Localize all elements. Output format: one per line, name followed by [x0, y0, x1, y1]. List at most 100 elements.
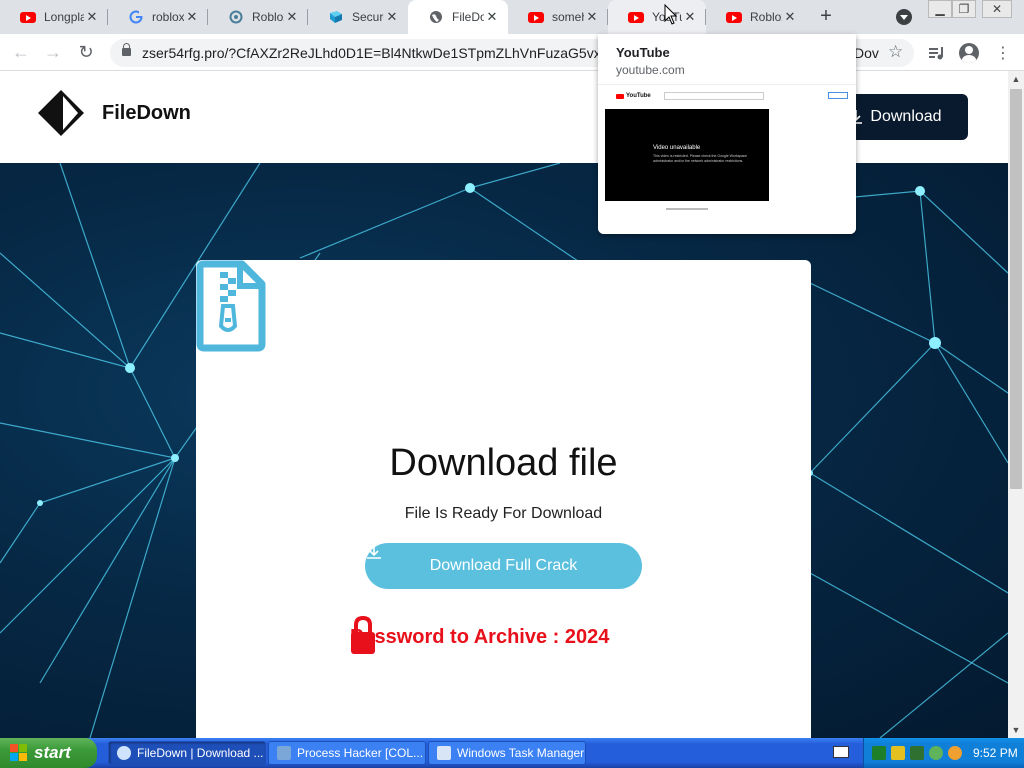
- padlock-icon: [351, 615, 375, 654]
- hover-card-domain: youtube.com: [616, 63, 685, 77]
- zip-file-icon: [196, 260, 266, 352]
- profile-avatar-icon[interactable]: [958, 42, 980, 64]
- youtube-icon: [20, 9, 36, 25]
- process-hacker-icon: [277, 746, 291, 760]
- scroll-down-arrow-icon[interactable]: ▼: [1008, 722, 1024, 738]
- windows-taskbar: start FileDown | Download ... Process Ha…: [0, 738, 1024, 768]
- security-shield-icon[interactable]: [891, 746, 905, 760]
- download-full-crack-button[interactable]: Download Full Crack: [365, 543, 642, 589]
- network-graph-icon[interactable]: [910, 746, 924, 760]
- new-tab-button[interactable]: +: [814, 6, 838, 28]
- restore-button[interactable]: ❐: [952, 0, 976, 18]
- preview-footer-line: [666, 208, 708, 210]
- mouse-cursor-icon: [664, 4, 678, 25]
- card-subtitle: File Is Ready For Download: [404, 505, 603, 522]
- reload-button[interactable]: ↻: [75, 42, 97, 64]
- tab-title: Longpla: [44, 10, 84, 24]
- close-icon[interactable]: ✕: [682, 9, 698, 25]
- preview-video-message: This video is restricted. Please check t…: [653, 154, 748, 163]
- close-icon[interactable]: ✕: [782, 9, 798, 25]
- bookmark-star-icon[interactable]: ☆: [888, 42, 903, 62]
- tab-title: Roblox: [252, 10, 284, 24]
- youtube-icon: [528, 9, 544, 25]
- tab-strip: Longpla ✕ roblox ✕ Roblox ✕ Secure ✕ Fil…: [0, 0, 1024, 34]
- url-overflow-text: Dov: [854, 45, 879, 61]
- start-label: start: [34, 743, 71, 762]
- password-notice: Password to Archive : 2024: [350, 615, 609, 659]
- close-icon[interactable]: ✕: [84, 9, 100, 25]
- card-title: Download file: [389, 442, 618, 484]
- search-tray-icon[interactable]: [948, 746, 962, 760]
- hero-network-background: Download file File Is Ready For Download…: [0, 163, 1008, 738]
- preview-video-player: Video unavailable This video is restrict…: [605, 109, 769, 201]
- close-icon[interactable]: ✕: [384, 9, 400, 25]
- taskbar-item-label: Windows Task Manager: [457, 746, 585, 760]
- taskbar-item-task-manager[interactable]: Windows Task Manager: [428, 741, 586, 765]
- filedown-logo-icon[interactable]: [36, 88, 86, 138]
- network-status-icon[interactable]: [929, 746, 943, 760]
- preview-video-title: Video unavailable: [653, 145, 701, 151]
- task-manager-icon: [437, 746, 451, 760]
- close-icon[interactable]: ✕: [184, 9, 200, 25]
- tab-filedown[interactable]: FileDow ✕: [408, 0, 508, 34]
- download-icon: [367, 545, 381, 559]
- password-text: Password to Archive : 2024: [350, 625, 610, 648]
- chrome-icon: [117, 746, 131, 760]
- globe-gear-icon: [228, 9, 244, 25]
- tab-title: Secure: [352, 10, 384, 24]
- taskbar-clock[interactable]: 9:52 PM: [973, 746, 1018, 760]
- tab-title: someh: [552, 10, 584, 24]
- system-tray: 9:52 PM: [863, 738, 1024, 768]
- tab-youtube-somehow[interactable]: someh ✕: [508, 0, 608, 34]
- taskbar-item-label: Process Hacker [COL...: [297, 746, 424, 760]
- tab-roblox[interactable]: Roblox ✕: [208, 0, 308, 34]
- tab-title: FileDow: [452, 10, 484, 24]
- browser-toolbar: ← → ↻ zser54rfg.pro/?CfAXZr2ReJLhd0D1E=B…: [0, 34, 1024, 71]
- tab-search-icon[interactable]: [896, 9, 912, 25]
- vertical-scrollbar[interactable]: ▲ ▼: [1008, 71, 1024, 738]
- menu-kebab-icon[interactable]: ⋮: [992, 42, 1014, 64]
- taskbar-item-label: FileDown | Download ...: [137, 746, 264, 760]
- tab-secure[interactable]: Secure ✕: [308, 0, 408, 34]
- hover-card-preview: YouTube Video unavailable This video is …: [598, 84, 856, 234]
- tab-title: roblox: [152, 10, 184, 24]
- close-icon[interactable]: ✕: [584, 9, 600, 25]
- youtube-icon: [628, 9, 644, 25]
- media-control-icon[interactable]: [926, 42, 948, 64]
- tab-youtube[interactable]: YouTu ✕: [608, 0, 706, 34]
- close-icon[interactable]: ✕: [284, 9, 300, 25]
- page-viewport: FileDown Download Download file File Is …: [0, 71, 1008, 738]
- start-button[interactable]: start: [0, 738, 97, 768]
- close-window-button[interactable]: ✕: [982, 0, 1012, 18]
- windows-logo-icon: [10, 744, 28, 762]
- back-button[interactable]: ←: [10, 42, 32, 64]
- scroll-up-arrow-icon[interactable]: ▲: [1008, 71, 1024, 87]
- forward-button[interactable]: →: [42, 42, 64, 64]
- header-download-label: Download: [870, 108, 942, 125]
- scroll-thumb[interactable]: [1010, 89, 1022, 489]
- cpu-monitor-icon[interactable]: [872, 746, 886, 760]
- site-header: FileDown Download: [0, 71, 1008, 163]
- preview-youtube-logo-icon: YouTube: [616, 93, 651, 99]
- tab-title: Roblox: [750, 10, 782, 24]
- lock-icon[interactable]: [122, 43, 131, 56]
- tab-hover-card: YouTube youtube.com YouTube Video unavai…: [598, 34, 856, 234]
- cta-label: Download Full Crack: [429, 557, 578, 574]
- youtube-icon: [726, 9, 742, 25]
- preview-search-box: [664, 92, 764, 100]
- keyboard-layout-icon[interactable]: [833, 746, 849, 758]
- tab-roblox-youtube[interactable]: Roblox ✕: [706, 0, 806, 34]
- taskbar-item-filedown[interactable]: FileDown | Download ...: [108, 741, 266, 765]
- preview-sign-in: [828, 92, 848, 99]
- globe-icon: [428, 9, 444, 25]
- download-card: Download file File Is Ready For Download…: [196, 260, 811, 738]
- google-icon: [128, 9, 144, 25]
- brand-name[interactable]: FileDown: [102, 102, 191, 125]
- tab-longplay[interactable]: Longpla ✕: [0, 0, 108, 34]
- minimize-button[interactable]: ▁: [928, 0, 952, 18]
- taskbar-item-process-hacker[interactable]: Process Hacker [COL...: [268, 741, 426, 765]
- hover-card-title: YouTube: [616, 45, 670, 60]
- tab-roblox-search[interactable]: roblox ✕: [108, 0, 208, 34]
- cube-icon: [328, 9, 344, 25]
- close-icon[interactable]: ✕: [484, 9, 500, 25]
